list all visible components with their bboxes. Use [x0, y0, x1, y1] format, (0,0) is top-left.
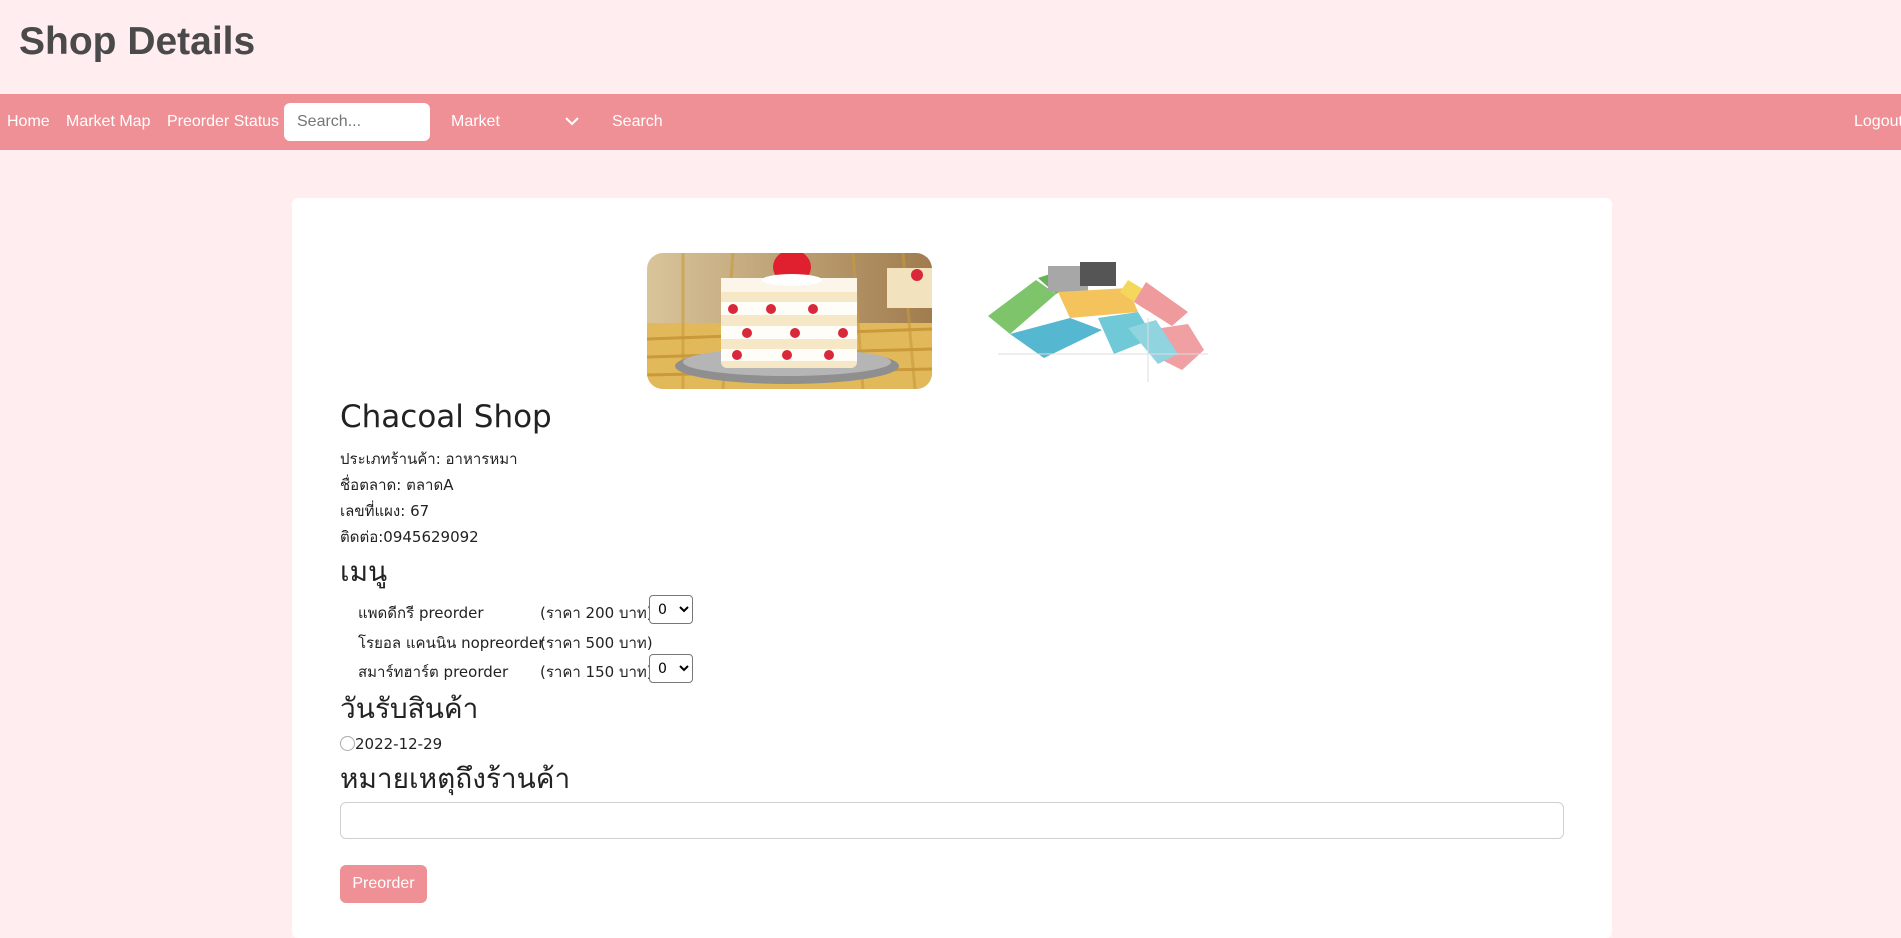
market-name: ชื่อตลาด: ตลาดA	[340, 476, 454, 494]
page-title: Shop Details	[19, 20, 256, 63]
menu-heading: เมนู	[340, 555, 388, 588]
market-map-image	[978, 258, 1218, 386]
nav-home-link[interactable]: Home	[7, 94, 50, 150]
pickup-date-heading: วันรับสินค้า	[340, 692, 479, 725]
shop-name: Chacoal Shop	[340, 399, 552, 435]
menu-item-name: แพดดีกรี preorder	[358, 604, 484, 622]
shop-contact: ติดต่อ:0945629092	[340, 528, 479, 546]
search-button[interactable]: Search	[612, 94, 663, 150]
pickup-date-label: 2022-12-29	[355, 735, 443, 753]
market-select[interactable]: Market	[435, 103, 595, 141]
nav-market-map-link[interactable]: Market Map	[66, 94, 150, 150]
pickup-date-radio[interactable]	[340, 736, 355, 751]
menu-item-name: โรยอล แคนนิน nopreorder	[358, 634, 545, 652]
menu-item-price: (ราคา 500 บาท)	[540, 634, 653, 652]
shop-card: Chacoal Shop ประเภทร้านค้า: อาหารหมา ชื่…	[292, 198, 1612, 938]
nav-preorder-status-link[interactable]: Preorder Status	[167, 94, 279, 150]
chevron-down-icon	[565, 117, 579, 126]
logout-link[interactable]: Logout	[1854, 94, 1901, 150]
quantity-select[interactable]: 0	[649, 595, 693, 624]
quantity-select[interactable]: 0	[649, 654, 693, 683]
shop-image	[647, 253, 932, 389]
note-input[interactable]	[340, 802, 1564, 839]
stall-number: เลขที่แผง: 67	[340, 502, 430, 520]
preorder-button[interactable]: Preorder	[340, 865, 427, 903]
navbar: Home Market Map Preorder Status Market S…	[0, 94, 1901, 150]
page-header: Shop Details	[0, 0, 1901, 94]
search-input[interactable]	[284, 103, 430, 141]
menu-item-name: สมาร์ทฮาร์ต preorder	[358, 663, 509, 681]
menu-item-price: (ราคา 150 บาท)	[540, 663, 653, 681]
note-heading: หมายเหตุถึงร้านค้า	[340, 762, 571, 795]
market-select-label: Market	[451, 113, 500, 130]
menu-item-price: (ราคา 200 บาท)	[540, 604, 653, 622]
shop-type: ประเภทร้านค้า: อาหารหมา	[340, 450, 518, 468]
